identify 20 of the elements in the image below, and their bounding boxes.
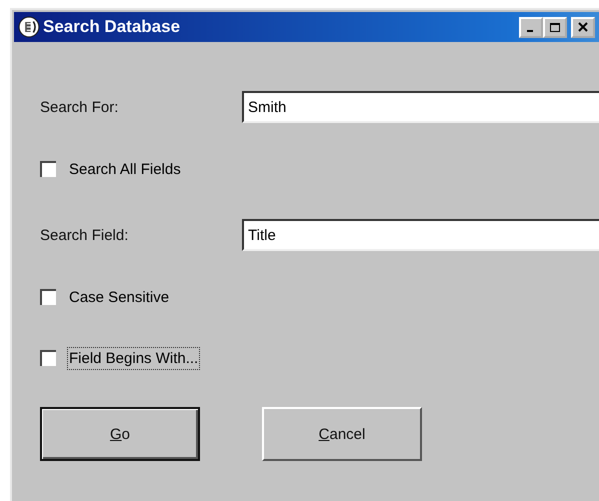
checkbox[interactable]: [40, 350, 56, 366]
cancel-button[interactable]: Cancel: [262, 407, 422, 461]
text-field[interactable]: Smith: [242, 91, 599, 123]
checkbox[interactable]: [40, 289, 56, 305]
field-label: Search Field:: [40, 226, 130, 244]
minimize-button[interactable]: [519, 16, 543, 38]
close-button[interactable]: [571, 16, 595, 38]
go-button[interactable]: Go: [40, 407, 200, 461]
window-title: Search Database: [43, 17, 180, 37]
field-label: Search For:: [40, 98, 120, 116]
checkbox[interactable]: [40, 161, 56, 177]
maximize-icon: [549, 22, 561, 32]
text-field[interactable]: Title: [242, 219, 599, 251]
checkbox-label[interactable]: Field Begins With...: [67, 346, 200, 370]
minimize-icon: [526, 30, 532, 32]
checkbox-label[interactable]: Search All Fields: [67, 158, 183, 180]
maximize-button[interactable]: [543, 16, 567, 38]
checkbox-label[interactable]: Case Sensitive: [67, 286, 172, 308]
close-icon: [577, 22, 589, 32]
app-icon: [18, 16, 40, 38]
